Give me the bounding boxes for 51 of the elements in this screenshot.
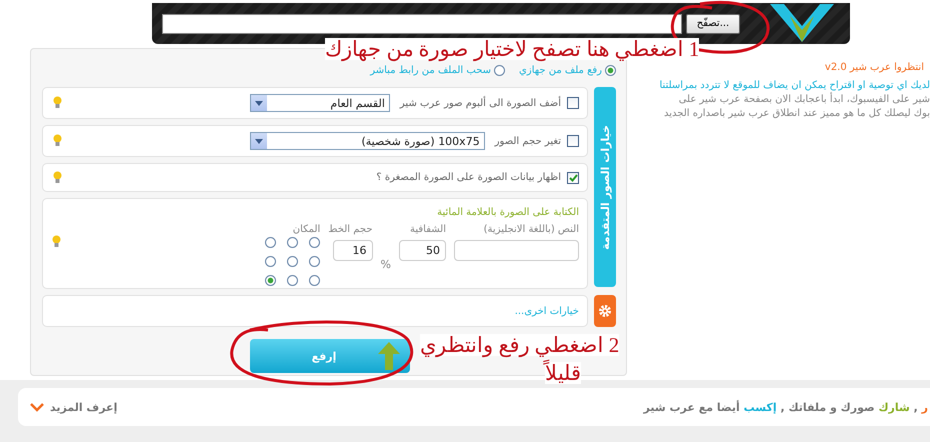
checkbox[interactable] — [567, 97, 579, 109]
announcement-text: شير على الفيسبوك، ابدأ باعجابك الان بصفحة عرب شير على — [678, 94, 930, 105]
instruction-note: 1 اضغطي هنا تصفح لاختيار صورة من جهازك — [325, 38, 700, 60]
field-label: حجم الخط — [328, 224, 373, 235]
watermark-text-field[interactable] — [454, 240, 579, 261]
settings-icon — [598, 304, 612, 318]
learn-more-link[interactable]: إعرف المزيد — [50, 400, 118, 414]
font-size-field[interactable]: 16 — [332, 240, 373, 261]
position-radio[interactable] — [309, 237, 320, 248]
instruction-note: قليلاً — [545, 362, 581, 384]
dropdown[interactable]: 100x75 (صورة شخصية) — [250, 132, 485, 150]
other-options-tab[interactable] — [594, 295, 616, 327]
checkbox[interactable] — [567, 172, 579, 184]
lightbulb-icon — [52, 235, 61, 249]
position-radio[interactable] — [287, 237, 298, 248]
checkbox[interactable] — [567, 135, 579, 147]
field-label: المكان — [292, 224, 320, 235]
up-arrow-icon — [378, 342, 400, 370]
lightbulb-icon — [53, 170, 62, 184]
chevron-down-icon — [254, 138, 263, 144]
footer-slogan: ر , شارك صورك و ملفاتك , إكسب أيضا مع عرب شير — [644, 400, 928, 414]
source-option[interactable]: رفع ملف من جهازي — [519, 64, 616, 76]
announcement-text: بوك ليصلك كل ما هو مميز عند انطلاق عرب شير باصداره الجديد — [664, 108, 930, 119]
contact-link[interactable]: لديك اي توصية او اقتراح يمكن ان يضاف للموقع لا تتردد بمراسلتنا — [660, 80, 930, 91]
chevron-down-icon — [254, 100, 263, 106]
announcement-title: انتظروا عرب شير v2.0 — [824, 62, 924, 73]
file-path-field[interactable] — [162, 14, 682, 34]
opacity-field[interactable]: 50 — [399, 240, 446, 261]
option-label: أضف الصورة الى ألبوم صور عرب شير — [400, 98, 561, 108]
position-radio[interactable] — [287, 256, 298, 267]
upload-button[interactable]: إرفع — [250, 339, 410, 373]
position-radio[interactable] — [287, 275, 298, 286]
position-radio[interactable] — [265, 256, 276, 267]
position-radio[interactable] — [309, 275, 320, 286]
option-label: تغير حجم الصور — [494, 136, 561, 146]
percent-sign: % — [380, 258, 391, 270]
section-title: الكتابة على الصورة بالعلامة المائية — [437, 207, 579, 218]
option-label: اظهار بيانات الصورة على الصورة المصغرة ؟ — [376, 172, 561, 183]
other-options-link[interactable]: خيارات اخرى... — [514, 306, 579, 316]
position-radio[interactable] — [309, 256, 320, 267]
source-option[interactable]: سحب الملف من رابط مباشر — [370, 64, 506, 76]
chevron-down-icon — [30, 402, 44, 412]
field-label: النص (باللغة الانجليزية) — [484, 224, 579, 235]
position-radio[interactable] — [265, 237, 276, 248]
position-radio[interactable] — [265, 275, 276, 286]
browse-button[interactable]: تصفّح... — [686, 14, 740, 34]
lightbulb-icon — [53, 134, 62, 148]
field-label: الشفافية — [410, 224, 446, 235]
lightbulb-icon — [53, 96, 62, 110]
instruction-note: 2 اضغطي رفع وانتظري — [420, 334, 620, 356]
dropdown[interactable]: القسم العام — [250, 94, 390, 112]
